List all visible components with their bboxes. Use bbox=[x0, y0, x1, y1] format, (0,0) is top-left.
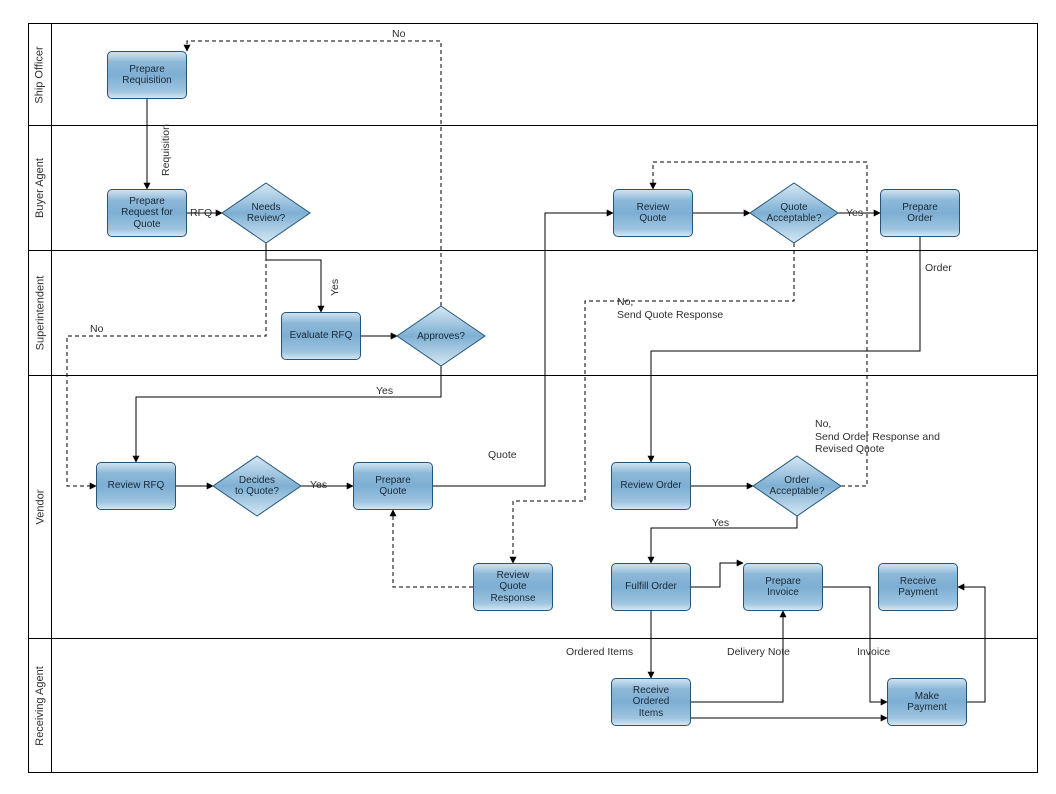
lane-title-buyer-agent: Buyer Agent bbox=[29, 126, 52, 250]
lane-superintendent: Superintendent bbox=[29, 251, 1037, 376]
lbl-order: Order bbox=[925, 262, 952, 275]
lbl-quote: Quote bbox=[488, 449, 517, 462]
lane-label: Ship Officer bbox=[34, 46, 46, 103]
proc-prepare-requisition: PrepareRequisition bbox=[107, 51, 187, 99]
lbl-dtq-yes: Yes bbox=[310, 479, 327, 492]
lbl-oa-no: No,Send Order Response andRevised Quote bbox=[815, 418, 940, 456]
dec-quote-acceptable: QuoteAcceptable? bbox=[750, 183, 838, 243]
dec-approves: Approves? bbox=[397, 306, 485, 366]
dec-decides-to-quote: Decidesto Quote? bbox=[213, 456, 301, 516]
lane-title-ship-officer: Ship Officer bbox=[29, 24, 52, 125]
proc-prepare-rfq: PrepareRequest forQuote bbox=[107, 189, 187, 237]
lbl-qa-yes: Yes bbox=[846, 207, 863, 220]
dec-order-acceptable: OrderAcceptable? bbox=[753, 456, 841, 516]
proc-review-order: Review Order bbox=[611, 462, 691, 510]
lane-label: Superintendent bbox=[34, 276, 46, 351]
lane-label: Vendor bbox=[34, 490, 46, 525]
flowchart-canvas: Ship Officer Buyer Agent Superintendent … bbox=[0, 0, 1056, 794]
lbl-oa-yes: Yes bbox=[712, 517, 729, 530]
lbl-rfq: RFQ bbox=[190, 207, 212, 220]
proc-prepare-quote: PrepareQuote bbox=[353, 462, 433, 510]
proc-prepare-invoice: PrepareInvoice bbox=[743, 563, 823, 611]
lbl-approves-no: No bbox=[90, 323, 103, 336]
proc-receive-payment: ReceivePayment bbox=[878, 563, 958, 611]
proc-evaluate-rfq: Evaluate RFQ bbox=[281, 312, 361, 360]
proc-review-quote-response: ReviewQuoteResponse bbox=[473, 563, 553, 611]
proc-review-quote: ReviewQuote bbox=[613, 189, 693, 237]
lane-title-superintendent: Superintendent bbox=[29, 251, 52, 375]
lbl-qa-no: No,Send Quote Response bbox=[617, 296, 723, 321]
proc-make-payment: MakePayment bbox=[887, 678, 967, 726]
dec-needs-review: NeedsReview? bbox=[222, 183, 310, 243]
lbl-delivery-note: Delivery Note bbox=[727, 646, 790, 659]
proc-prepare-order: PrepareOrder bbox=[880, 189, 960, 237]
lbl-approves-yes: Yes bbox=[376, 385, 393, 398]
lane-receiving-agent: Receiving Agent bbox=[29, 639, 1037, 772]
lane-title-receiving-agent: Receiving Agent bbox=[29, 639, 52, 772]
lane-title-vendor: Vendor bbox=[29, 376, 52, 638]
lbl-requisition: Requisition bbox=[160, 124, 172, 176]
lbl-approves-no-top: No bbox=[392, 28, 405, 41]
proc-review-rfq: Review RFQ bbox=[96, 462, 176, 510]
lbl-ordered-items: Ordered Items bbox=[566, 646, 633, 659]
lane-label: Receiving Agent bbox=[34, 666, 46, 746]
proc-fulfill-order: Fulfill Order bbox=[611, 563, 691, 611]
lbl-needs-yes: Yes bbox=[329, 279, 341, 296]
lane-label: Buyer Agent bbox=[34, 158, 46, 218]
proc-receive-ordered-items: ReceiveOrderedItems bbox=[611, 678, 691, 726]
lbl-invoice: Invoice bbox=[857, 646, 890, 659]
swimlane-container: Ship Officer Buyer Agent Superintendent … bbox=[28, 23, 1038, 773]
